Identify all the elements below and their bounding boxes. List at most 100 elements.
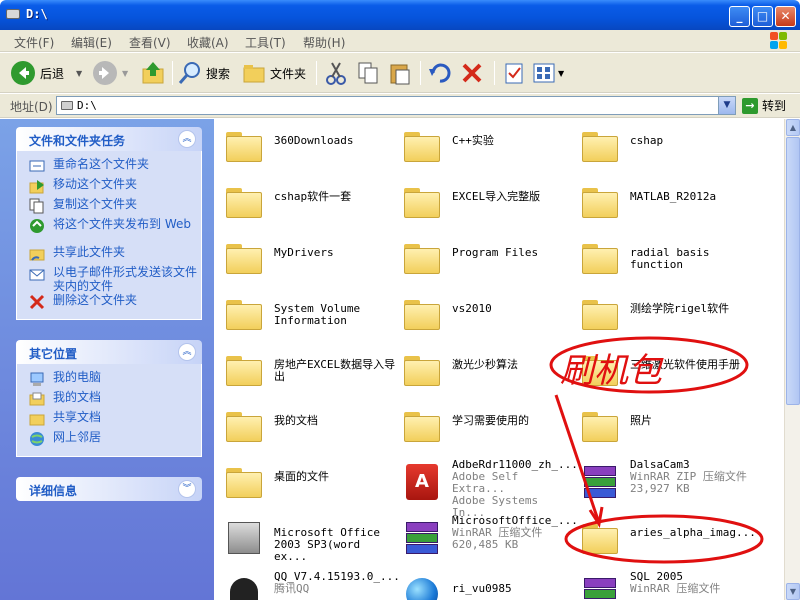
details-header[interactable]: 详细信息 ︾ bbox=[16, 477, 202, 501]
folder-item[interactable]: MyDrivers bbox=[218, 233, 394, 283]
task-email[interactable]: 以电子邮件形式发送该文件夹内的文件 bbox=[17, 265, 201, 293]
back-arrow-icon bbox=[11, 61, 35, 85]
go-button[interactable]: → 转到 bbox=[742, 97, 786, 114]
menu-view[interactable]: 查看(V) bbox=[129, 34, 171, 51]
file-name: EXCEL导入完整版 bbox=[452, 190, 541, 203]
file-name: 测绘学院rigel软件 bbox=[630, 302, 730, 315]
menu-edit[interactable]: 编辑(E) bbox=[71, 34, 112, 51]
close-button[interactable]: ✕ bbox=[775, 6, 796, 27]
task-rename[interactable]: 重命名这个文件夹 bbox=[17, 157, 201, 177]
place-my-documents[interactable]: 我的文档 bbox=[17, 390, 201, 410]
folder-item[interactable]: System Volume Information bbox=[218, 289, 394, 339]
delete-button[interactable] bbox=[460, 59, 484, 87]
folder-item[interactable]: Program Files bbox=[396, 233, 572, 283]
documents-folder-icon bbox=[29, 392, 45, 406]
search-button[interactable]: 搜索 bbox=[178, 59, 230, 87]
scroll-down-icon[interactable]: ▼ bbox=[786, 583, 800, 600]
folder-item[interactable]: cshap bbox=[574, 121, 750, 171]
other-places-header[interactable]: 其它位置 ︽ bbox=[16, 340, 202, 364]
file-item[interactable]: DalsaCam3 WinRAR ZIP 压缩文件 23,927 KB bbox=[574, 457, 750, 507]
folder-icon bbox=[580, 126, 620, 166]
collapse-icon[interactable]: ︽ bbox=[178, 343, 196, 361]
place-my-computer[interactable]: 我的电脑 bbox=[17, 370, 201, 390]
folder-item[interactable]: 我的文档 bbox=[218, 401, 394, 451]
forward-button[interactable] bbox=[92, 59, 118, 87]
paste-icon bbox=[390, 64, 410, 85]
globe-icon bbox=[402, 574, 442, 600]
folder-item[interactable]: C++实验 bbox=[396, 121, 572, 171]
collapse-icon[interactable]: ︽ bbox=[178, 130, 196, 148]
minimize-button[interactable]: _ bbox=[729, 6, 750, 27]
folder-item[interactable]: 测绘学院rigel软件 bbox=[574, 289, 750, 339]
file-item[interactable]: A AdbeRdr11000_zh_... Adobe Self Extra... A… bbox=[396, 457, 578, 519]
place-network[interactable]: 网上邻居 bbox=[17, 430, 201, 450]
scroll-up-icon[interactable]: ▲ bbox=[786, 119, 800, 136]
forward-dropdown-icon[interactable]: ▼ bbox=[122, 69, 128, 78]
folder-item[interactable]: 桌面的文件 bbox=[218, 457, 394, 507]
file-name: Microsoft Office 2003 SP3(word ex... bbox=[274, 526, 380, 563]
file-item[interactable]: QQ_V7.4.15193.0_... 腾讯QQ bbox=[218, 569, 400, 600]
scroll-thumb[interactable] bbox=[786, 137, 800, 405]
menu-file[interactable]: 文件(F) bbox=[14, 34, 54, 51]
file-name: 360Downloads bbox=[274, 134, 354, 147]
folder-item[interactable]: 三维激光软件使用手册 bbox=[574, 345, 750, 395]
folder-item[interactable]: 360Downloads bbox=[218, 121, 394, 171]
file-name: cshap软件一套 bbox=[274, 190, 352, 203]
task-copy[interactable]: 复制这个文件夹 bbox=[17, 197, 201, 217]
file-item[interactable]: Microsoft Office 2003 SP3(word ex... bbox=[218, 513, 394, 563]
folder-icon bbox=[580, 182, 620, 222]
back-button[interactable]: 后退 bbox=[10, 59, 64, 87]
folder-item[interactable]: cshap软件一套 bbox=[218, 177, 394, 227]
expand-icon[interactable]: ︾ bbox=[178, 480, 196, 498]
folder-item[interactable]: 激光少秒算法 bbox=[396, 345, 572, 395]
menu-help[interactable]: 帮助(H) bbox=[303, 34, 345, 51]
folder-icon bbox=[224, 350, 264, 390]
task-move[interactable]: 移动这个文件夹 bbox=[17, 177, 201, 197]
folder-icon bbox=[580, 350, 620, 390]
file-detail: 620,485 KB bbox=[452, 538, 519, 551]
task-delete[interactable]: 删除这个文件夹 bbox=[17, 293, 201, 313]
folder-item[interactable]: aries_alpha_imag... bbox=[574, 513, 756, 563]
file-name: vs2010 bbox=[452, 302, 492, 315]
folder-item[interactable]: vs2010 bbox=[396, 289, 572, 339]
menu-tools[interactable]: 工具(T) bbox=[245, 34, 286, 51]
properties-button[interactable] bbox=[502, 59, 526, 87]
folder-item[interactable]: 照片 bbox=[574, 401, 750, 451]
file-name: 桌面的文件 bbox=[274, 470, 329, 483]
folder-item[interactable]: MATLAB_R2012a bbox=[574, 177, 750, 227]
address-dropdown-icon[interactable]: ▼ bbox=[718, 97, 735, 114]
file-name: MATLAB_R2012a bbox=[630, 190, 717, 203]
menu-favorites[interactable]: 收藏(A) bbox=[187, 34, 229, 51]
share-icon bbox=[29, 249, 45, 261]
address-input[interactable]: D:\ ▼ bbox=[56, 96, 736, 115]
folder-icon bbox=[402, 126, 442, 166]
vertical-scrollbar[interactable]: ▲ ▼ bbox=[784, 119, 800, 600]
maximize-button[interactable]: □ bbox=[752, 6, 773, 27]
folder-item[interactable]: radial basis function bbox=[574, 233, 750, 283]
views-button[interactable]: ▼ bbox=[532, 59, 564, 87]
file-item[interactable]: SQL 2005 WinRAR 压缩文件 bbox=[574, 569, 750, 600]
file-name: 学习需要使用的 bbox=[452, 414, 529, 427]
file-tasks-panel: 文件和文件夹任务 ︽ 重命名这个文件夹 移动这个文件夹 复制这个文件夹 将这个文… bbox=[16, 127, 202, 320]
file-tasks-header[interactable]: 文件和文件夹任务 ︽ bbox=[16, 127, 202, 151]
folders-button[interactable]: 文件夹 bbox=[242, 59, 306, 87]
windows-logo-icon bbox=[770, 32, 788, 50]
back-dropdown-icon[interactable]: ▼ bbox=[76, 69, 82, 78]
folder-icon bbox=[580, 518, 620, 558]
place-shared-documents[interactable]: 共享文档 bbox=[17, 410, 201, 430]
folder-item[interactable]: 房地产EXCEL数据导入导出 bbox=[218, 345, 395, 395]
scissors-icon bbox=[326, 62, 346, 85]
folder-item[interactable]: EXCEL导入完整版 bbox=[396, 177, 572, 227]
up-folder-button[interactable] bbox=[140, 59, 166, 87]
copy-button[interactable] bbox=[356, 59, 380, 87]
winrar-archive-icon bbox=[580, 574, 620, 600]
paste-button[interactable] bbox=[388, 59, 412, 87]
file-item[interactable]: MicrosoftOffice_... WinRAR 压缩文件 620,485 KB bbox=[396, 513, 578, 563]
cut-button[interactable] bbox=[324, 59, 348, 87]
rename-icon bbox=[29, 160, 45, 172]
task-share[interactable]: 共享此文件夹 bbox=[17, 245, 201, 265]
undo-button[interactable] bbox=[428, 59, 452, 87]
task-publish-web[interactable]: 将这个文件夹发布到 Web bbox=[17, 217, 201, 245]
file-item[interactable]: ri_vu0985 bbox=[396, 569, 572, 600]
folder-item[interactable]: 学习需要使用的 bbox=[396, 401, 572, 451]
